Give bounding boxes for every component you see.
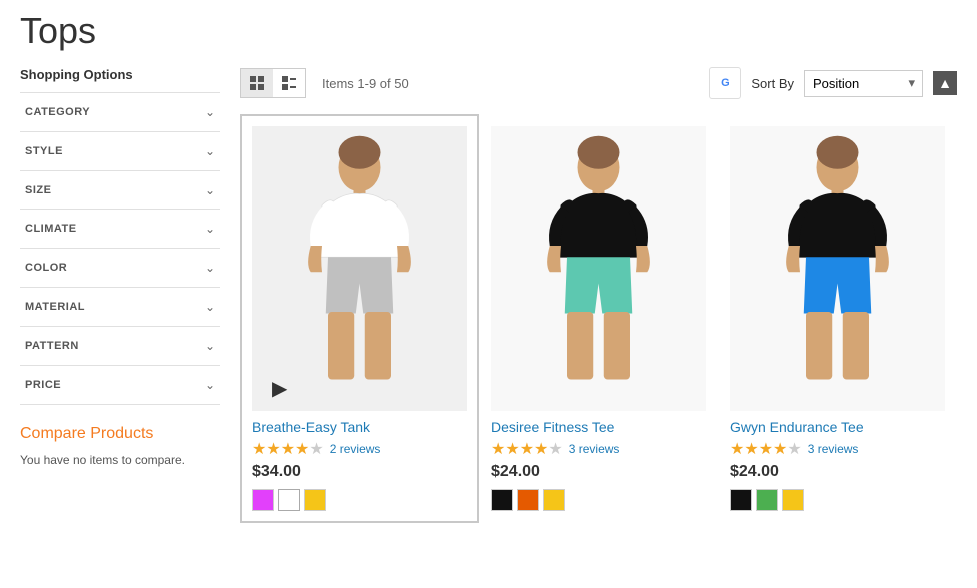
- rating-row: ★★★★★ 3 reviews: [491, 439, 706, 459]
- color-swatch-0[interactable]: [252, 489, 274, 511]
- compare-title[interactable]: Compare Products: [20, 425, 220, 443]
- color-swatch-1[interactable]: [278, 489, 300, 511]
- star-5: ★: [548, 439, 562, 459]
- toolbar-left: Items 1-9 of 50: [240, 68, 409, 98]
- filter-item-style[interactable]: STYLE ⌄: [20, 131, 220, 170]
- filter-label-style: STYLE: [25, 145, 63, 157]
- filter-label-climate: CLIMATE: [25, 223, 77, 235]
- filter-label-pattern: PATTERN: [25, 340, 79, 352]
- sort-wrapper: PositionProduct NamePrice: [804, 70, 923, 97]
- product-grid: ▶ Breathe-Easy Tank ★★★★★ 2 reviews $34.…: [240, 114, 957, 523]
- product-card-p1[interactable]: ▶ Breathe-Easy Tank ★★★★★ 2 reviews $34.…: [240, 114, 479, 523]
- product-card-p2[interactable]: Desiree Fitness Tee ★★★★★ 3 reviews $24.…: [479, 114, 718, 523]
- color-swatches: [491, 489, 706, 511]
- list-view-button[interactable]: [273, 69, 305, 97]
- filter-label-color: COLOR: [25, 262, 67, 274]
- chevron-icon-style: ⌄: [205, 144, 215, 158]
- filter-list: CATEGORY⌄STYLE⌄SIZE⌄CLIMATE⌄COLOR⌄MATERI…: [20, 92, 220, 405]
- color-swatch-0[interactable]: [730, 489, 752, 511]
- filter-label-material: MATERIAL: [25, 301, 85, 313]
- view-buttons: [240, 68, 306, 98]
- color-swatch-1[interactable]: [517, 489, 539, 511]
- filter-label-price: PRICE: [25, 379, 61, 391]
- filter-item-price[interactable]: PRICE ⌄: [20, 365, 220, 405]
- filter-item-pattern[interactable]: PATTERN ⌄: [20, 326, 220, 365]
- price: $24.00: [730, 463, 945, 481]
- filter-item-material[interactable]: MATERIAL ⌄: [20, 287, 220, 326]
- review-count[interactable]: 3 reviews: [808, 442, 859, 456]
- chevron-icon-price: ⌄: [205, 378, 215, 392]
- filter-item-size[interactable]: SIZE ⌄: [20, 170, 220, 209]
- color-swatch-0[interactable]: [491, 489, 513, 511]
- star-5: ★: [787, 439, 801, 459]
- sort-select[interactable]: PositionProduct NamePrice: [804, 70, 923, 97]
- color-swatches: [730, 489, 945, 511]
- color-swatch-2[interactable]: [304, 489, 326, 511]
- star-4: ★: [773, 439, 787, 459]
- product-image-area: [491, 126, 706, 411]
- content-area: Items 1-9 of 50 G Sort By PositionProduc…: [240, 67, 957, 523]
- compare-text: You have no items to compare.: [20, 451, 220, 469]
- star-4: ★: [534, 439, 548, 459]
- stars: ★★★★★: [491, 439, 563, 459]
- product-image-area: [730, 126, 945, 411]
- chevron-icon-pattern: ⌄: [205, 339, 215, 353]
- product-name[interactable]: Gwyn Endurance Tee: [730, 419, 945, 435]
- star-3: ★: [281, 439, 295, 459]
- star-3: ★: [520, 439, 534, 459]
- star-1: ★: [491, 439, 505, 459]
- rating-row: ★★★★★ 2 reviews: [252, 439, 467, 459]
- items-count: Items 1-9 of 50: [322, 76, 409, 91]
- color-swatch-2[interactable]: [782, 489, 804, 511]
- star-5: ★: [309, 439, 323, 459]
- stars: ★★★★★: [730, 439, 802, 459]
- toolbar: Items 1-9 of 50 G Sort By PositionProduc…: [240, 67, 957, 99]
- chevron-icon-category: ⌄: [205, 105, 215, 119]
- product-name[interactable]: Breathe-Easy Tank: [252, 419, 467, 435]
- chevron-icon-climate: ⌄: [205, 222, 215, 236]
- scroll-up-button[interactable]: ▲: [933, 71, 957, 95]
- product-image-area: [252, 126, 467, 411]
- page-container: Tops Shopping Options CATEGORY⌄STYLE⌄SIZ…: [0, 0, 977, 588]
- star-2: ★: [266, 439, 280, 459]
- color-swatch-1[interactable]: [756, 489, 778, 511]
- review-count[interactable]: 3 reviews: [569, 442, 620, 456]
- product-card-p3[interactable]: Gwyn Endurance Tee ★★★★★ 3 reviews $24.0…: [718, 114, 957, 523]
- shopping-options-title: Shopping Options: [20, 67, 220, 82]
- filter-label-category: CATEGORY: [25, 106, 90, 118]
- sidebar: Shopping Options CATEGORY⌄STYLE⌄SIZE⌄CLI…: [20, 67, 220, 523]
- sort-label: Sort By: [751, 76, 794, 91]
- product-name[interactable]: Desiree Fitness Tee: [491, 419, 706, 435]
- star-4: ★: [295, 439, 309, 459]
- star-2: ★: [505, 439, 519, 459]
- star-3: ★: [759, 439, 773, 459]
- price: $24.00: [491, 463, 706, 481]
- filter-label-size: SIZE: [25, 184, 51, 196]
- main-layout: Shopping Options CATEGORY⌄STYLE⌄SIZE⌄CLI…: [20, 67, 957, 523]
- filter-item-climate[interactable]: CLIMATE ⌄: [20, 209, 220, 248]
- color-swatches: [252, 489, 467, 511]
- page-title: Tops: [20, 10, 957, 52]
- stars: ★★★★★: [252, 439, 324, 459]
- chevron-icon-material: ⌄: [205, 300, 215, 314]
- grid-view-button[interactable]: [241, 69, 273, 97]
- rating-row: ★★★★★ 3 reviews: [730, 439, 945, 459]
- filter-item-category[interactable]: CATEGORY ⌄: [20, 92, 220, 131]
- color-swatch-2[interactable]: [543, 489, 565, 511]
- review-count[interactable]: 2 reviews: [330, 442, 381, 456]
- compare-section: Compare Products You have no items to co…: [20, 425, 220, 469]
- star-1: ★: [730, 439, 744, 459]
- star-1: ★: [252, 439, 266, 459]
- star-2: ★: [744, 439, 758, 459]
- toolbar-right: G Sort By PositionProduct NamePrice ▲: [709, 67, 957, 99]
- price: $34.00: [252, 463, 467, 481]
- chevron-icon-size: ⌄: [205, 183, 215, 197]
- google-translate-icon[interactable]: G: [709, 67, 741, 99]
- filter-item-color[interactable]: COLOR ⌄: [20, 248, 220, 287]
- chevron-icon-color: ⌄: [205, 261, 215, 275]
